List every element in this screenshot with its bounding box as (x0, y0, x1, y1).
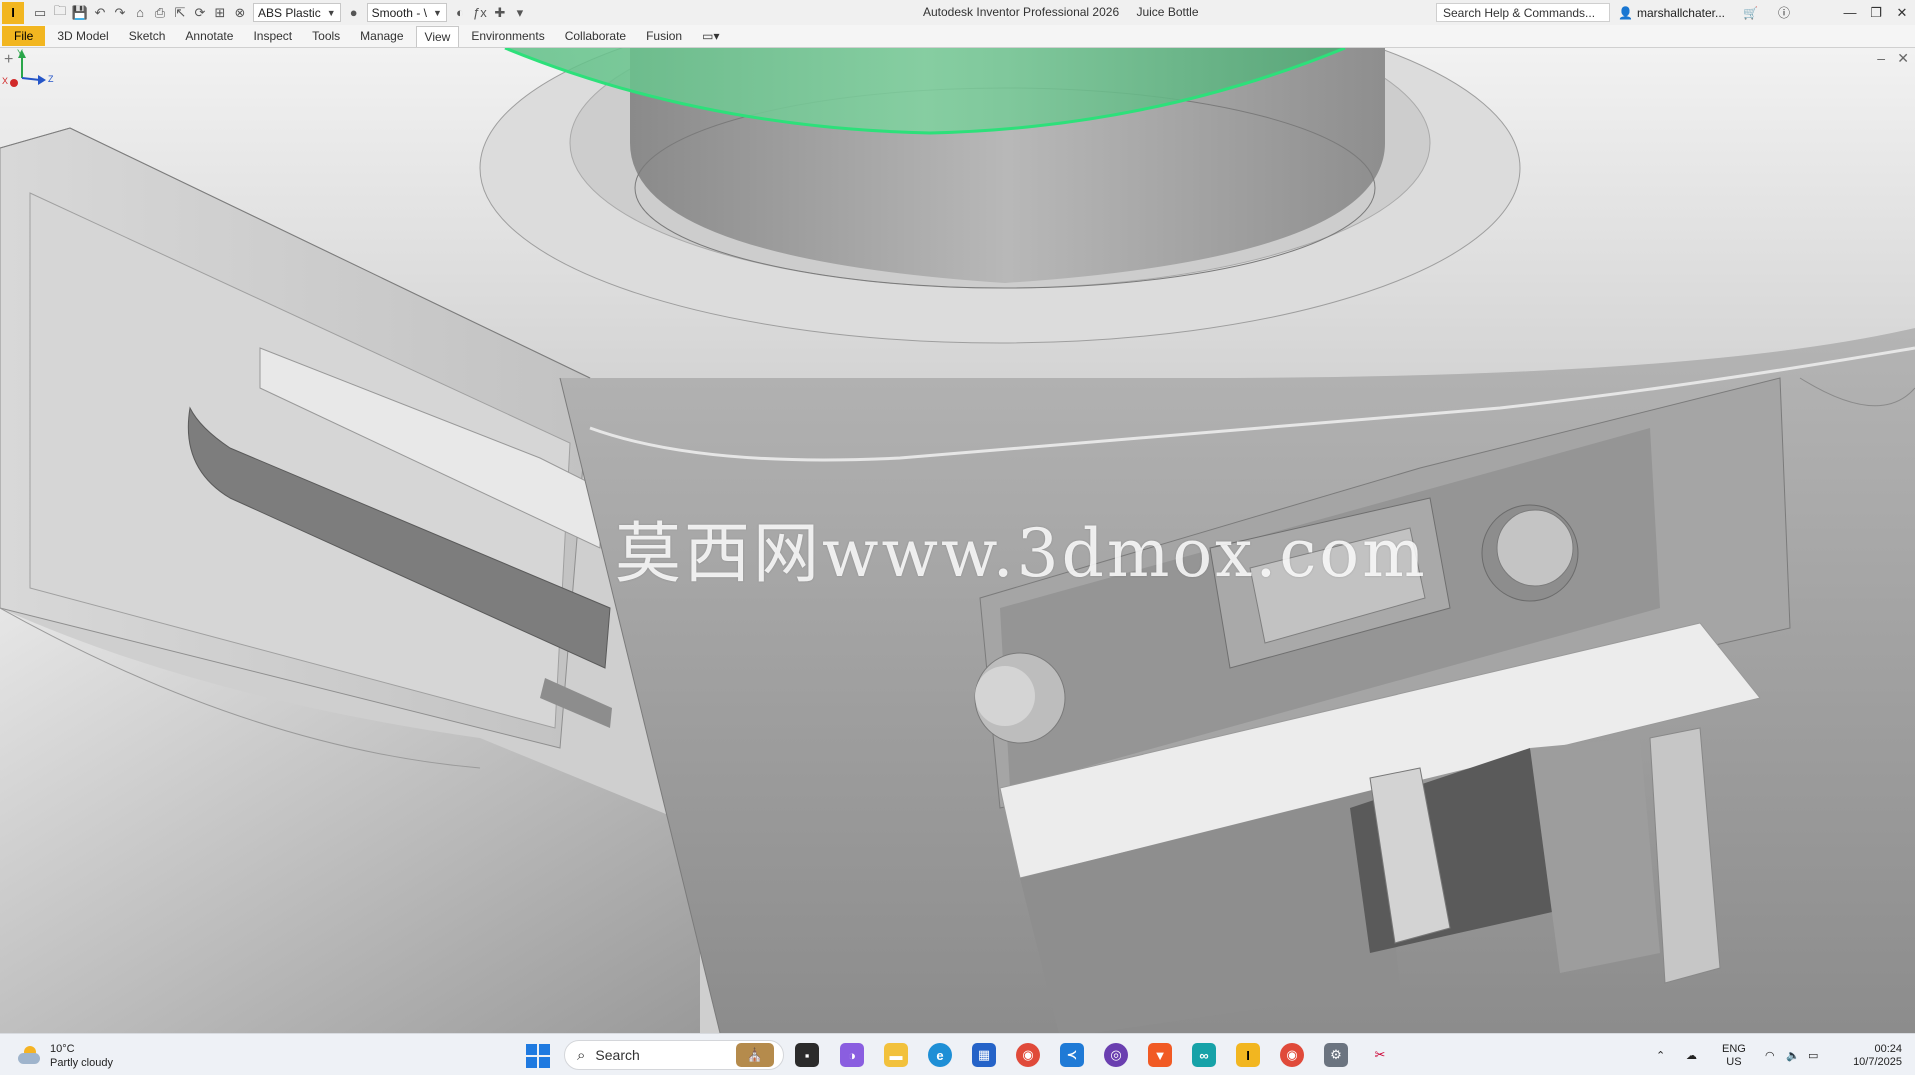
visual-style-dropdown[interactable]: Smooth - \ ▼ (366, 3, 447, 22)
file-explorer-icon[interactable]: ▬ (884, 1043, 908, 1067)
material-dropdown[interactable]: ABS Plastic ▼ (253, 3, 341, 22)
adjust-icon[interactable]: ◐ (450, 3, 470, 23)
help-icon[interactable]: ⓘ (1778, 4, 1790, 21)
settings-icon[interactable]: ⚙ (1324, 1043, 1348, 1067)
new-file-icon[interactable]: ▭ (30, 3, 50, 23)
inventor-app-icon[interactable]: I (2, 1, 24, 24)
visual-style-value: Smooth - \ (371, 5, 427, 20)
volume-icon[interactable]: 🔈 (1786, 1034, 1800, 1075)
measure-icon[interactable]: ⊞ (210, 3, 230, 23)
viewport-minimize-icon[interactable]: – (1877, 50, 1885, 66)
clear-appearance-icon[interactable]: ⊗ (230, 3, 250, 23)
select-icon[interactable]: ⇱ (170, 3, 190, 23)
onedrive-icon[interactable]: ☁ (1686, 1034, 1697, 1075)
tab-3d-model[interactable]: 3D Model (49, 26, 116, 46)
taskbar-search-label: Search (595, 1047, 640, 1063)
search-icon: ⌕ (577, 1046, 586, 1064)
redo-icon[interactable]: ↷ (110, 3, 130, 23)
system-clock[interactable]: 00:24 10/7/2025 (1842, 1043, 1902, 1069)
viewport-close-icon[interactable]: ✕ (1897, 50, 1909, 67)
undo-icon[interactable]: ↶ (90, 3, 110, 23)
window-title: Autodesk Inventor Professional 2026 Juic… (923, 5, 1213, 19)
parameters-icon[interactable]: ƒx (470, 3, 490, 23)
tab-manage[interactable]: Manage (352, 26, 411, 46)
tab-file[interactable]: File (2, 26, 46, 46)
language-region: US (1726, 1056, 1742, 1068)
wifi-icon[interactable]: ◠ (1765, 1034, 1775, 1075)
title-bar: I ▭ 🗀 💾 ↶ ↷ ⌂ ⎙ ⇱ ⟳ ⊞ ⊗ ABS Plastic ▼ ● S… (0, 0, 1915, 25)
x-axis-label: X (2, 76, 8, 86)
copilot-icon[interactable]: ◑ (840, 1043, 864, 1067)
edge-icon[interactable]: e (928, 1043, 952, 1067)
app-title: Autodesk Inventor Professional 2026 (923, 5, 1120, 19)
watermark-text: 莫西网www.3dmox.com (615, 515, 1428, 592)
user-icon: 👤 (1618, 5, 1633, 20)
tab-collaborate[interactable]: Collaborate (557, 26, 634, 46)
battery-icon[interactable]: ▭ (1808, 1034, 1818, 1075)
snipping-tool-icon[interactable]: ✂ (1368, 1043, 1392, 1067)
weather-widget[interactable]: 10°C Partly cloudy (18, 1042, 113, 1070)
start-button[interactable] (526, 1044, 550, 1068)
chevron-down-icon: ▼ (432, 7, 442, 18)
customize-qat-icon[interactable]: ▾ (510, 3, 530, 23)
y-axis-label: Y (17, 48, 23, 58)
vscode-icon[interactable]: ≺ (1060, 1043, 1084, 1067)
weather-temp: 10°C (50, 1043, 75, 1055)
tab-sketch[interactable]: Sketch (121, 26, 174, 46)
search-help-input[interactable]: Search Help & Commands... (1436, 3, 1610, 22)
arduino-icon[interactable]: ∞ (1192, 1043, 1216, 1067)
restore-icon[interactable]: ❐ (1863, 0, 1889, 25)
windows-taskbar: 10°C Partly cloudy ⌕ Search ⛪ ▪ ◑ ▬ e ▦ … (0, 1033, 1915, 1075)
save-icon[interactable]: 💾 (70, 3, 90, 23)
home-icon[interactable]: ⌂ (130, 3, 150, 23)
ribbon-options-icon[interactable]: ▭▾ (694, 26, 727, 46)
minimize-icon[interactable]: — (1837, 0, 1863, 25)
weather-condition: Partly cloudy (50, 1057, 113, 1069)
github-icon[interactable]: ◎ (1104, 1043, 1128, 1067)
language-indicator[interactable]: ENG US (1722, 1043, 1746, 1069)
x-axis-marker (10, 79, 18, 87)
print-icon[interactable]: ⎙ (150, 3, 170, 23)
update-icon[interactable]: ⟳ (190, 3, 210, 23)
tab-environments[interactable]: Environments (463, 26, 552, 46)
chrome-icon[interactable]: ◉ (1016, 1043, 1040, 1067)
user-account[interactable]: 👤 marshallchater... 🛒 ⓘ (1618, 4, 1790, 21)
close-icon[interactable]: ✕ (1889, 0, 1915, 25)
material-value: ABS Plastic (258, 5, 321, 20)
task-view-icon[interactable]: ▪ (795, 1043, 819, 1067)
language-code: ENG (1722, 1043, 1746, 1055)
open-file-icon[interactable]: 🗀 (50, 3, 70, 23)
z-axis-line (21, 77, 41, 81)
tab-tools[interactable]: Tools (304, 26, 348, 46)
window-controls: — ❐ ✕ (1837, 0, 1915, 25)
chrome-profile-icon[interactable]: ◉ (1280, 1043, 1304, 1067)
z-axis-label: Z (48, 74, 54, 84)
add-icon[interactable]: ✚ (490, 3, 510, 23)
z-axis-arrow (38, 75, 46, 85)
appearance-icon[interactable]: ● (344, 3, 364, 23)
inventor-taskbar-icon[interactable]: I (1236, 1043, 1260, 1067)
graphics-viewport[interactable]: + – ✕ 莫西网www.3dmox.com Y X Z (0, 48, 1915, 1033)
document-name: Juice Bottle (1136, 5, 1199, 19)
chevron-down-icon: ▼ (326, 7, 336, 18)
user-name: marshallchater... (1636, 5, 1725, 20)
show-hidden-icons-icon[interactable]: ⌃ (1656, 1034, 1665, 1075)
tab-fusion[interactable]: Fusion (638, 26, 690, 46)
tab-annotate[interactable]: Annotate (177, 26, 241, 46)
brave-icon[interactable]: ▼ (1148, 1043, 1172, 1067)
search-highlight-icon[interactable]: ⛪ (736, 1043, 774, 1067)
partly-cloudy-icon (18, 1046, 42, 1066)
tab-view[interactable]: View (415, 25, 460, 47)
store-icon[interactable]: ▦ (972, 1043, 996, 1067)
clock-time: 00:24 (1874, 1043, 1902, 1055)
coordinate-triad: Y X Z (2, 48, 54, 87)
tab-inspect[interactable]: Inspect (245, 26, 300, 46)
ribbon-tabs: File 3D Model Sketch Annotate Inspect To… (0, 25, 1915, 48)
cart-icon[interactable]: 🛒 (1743, 6, 1758, 20)
clock-date: 10/7/2025 (1853, 1056, 1902, 1068)
